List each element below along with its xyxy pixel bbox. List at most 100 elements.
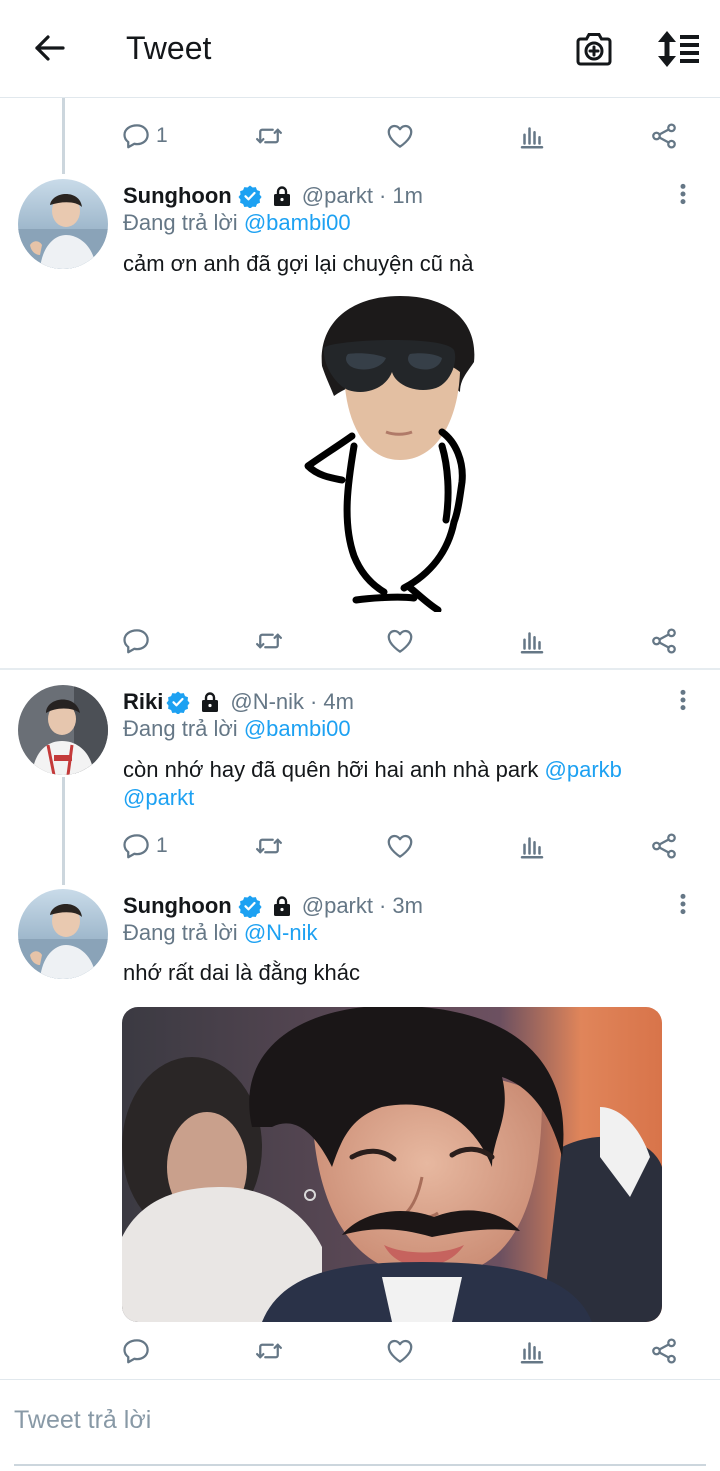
more-options-button[interactable] bbox=[670, 684, 696, 716]
like-icon bbox=[385, 121, 415, 151]
reply-icon bbox=[122, 626, 152, 656]
like-icon bbox=[385, 831, 415, 861]
analytics-icon bbox=[517, 831, 547, 861]
share-button[interactable] bbox=[649, 116, 679, 156]
tweet-image[interactable] bbox=[292, 296, 502, 612]
replying-to: Đang trả lời @bambi00 bbox=[123, 210, 351, 236]
mention-link[interactable]: @bambi00 bbox=[244, 210, 351, 235]
user-handle[interactable]: @parkt bbox=[302, 893, 373, 919]
analytics-button[interactable] bbox=[517, 116, 547, 156]
retweet-icon bbox=[254, 1336, 284, 1366]
reply-count: 1 bbox=[156, 124, 168, 147]
reply-button[interactable]: 1 bbox=[122, 826, 168, 866]
analytics-icon bbox=[517, 1336, 547, 1366]
analytics-button[interactable] bbox=[517, 826, 547, 866]
sort-icon bbox=[658, 31, 699, 67]
like-icon bbox=[385, 626, 415, 656]
display-name[interactable]: Sunghoon bbox=[123, 183, 232, 209]
replying-to-label: Đang trả lời bbox=[123, 716, 238, 741]
more-icon bbox=[670, 888, 696, 920]
retweet-icon bbox=[254, 626, 284, 656]
tweet-header: Sunghoon @parkt · 3m bbox=[123, 890, 423, 922]
like-button[interactable] bbox=[385, 621, 415, 661]
replying-to: Đang trả lời @N-nik bbox=[123, 920, 318, 946]
replying-to: Đang trả lời @bambi00 bbox=[123, 716, 351, 742]
analytics-icon bbox=[517, 626, 547, 656]
like-button[interactable] bbox=[385, 116, 415, 156]
page-title: Tweet bbox=[126, 30, 212, 66]
tweet-text: cảm ơn anh đã gợi lại chuyện cũ nà bbox=[123, 251, 474, 276]
analytics-button[interactable] bbox=[517, 1331, 547, 1371]
retweet-button[interactable] bbox=[254, 621, 284, 661]
tweet-actions bbox=[0, 621, 720, 661]
mention-link[interactable]: @N-nik bbox=[244, 920, 318, 945]
timestamp: 3m bbox=[392, 893, 423, 918]
like-button[interactable] bbox=[385, 1331, 415, 1371]
sort-button[interactable] bbox=[656, 29, 700, 69]
share-icon bbox=[649, 1336, 679, 1366]
reply-button[interactable] bbox=[122, 621, 152, 661]
like-icon bbox=[385, 1336, 415, 1366]
display-name[interactable]: Riki bbox=[123, 689, 163, 715]
reply-icon bbox=[122, 831, 152, 861]
tweet-actions: 1 bbox=[0, 116, 720, 156]
tweet-text: còn nhớ hay đã quên hỡi hai anh nhà park… bbox=[123, 756, 683, 812]
back-arrow-icon bbox=[35, 35, 65, 61]
share-button[interactable] bbox=[649, 826, 679, 866]
retweet-button[interactable] bbox=[254, 116, 284, 156]
reply-button[interactable] bbox=[122, 1331, 152, 1371]
camera-button[interactable] bbox=[574, 29, 614, 69]
retweet-button[interactable] bbox=[254, 826, 284, 866]
tweet-actions: 1 bbox=[0, 826, 720, 866]
reply-input-underline bbox=[14, 1464, 706, 1466]
lock-icon bbox=[270, 184, 294, 208]
more-icon bbox=[670, 178, 696, 210]
replying-to-label: Đang trả lời bbox=[123, 920, 238, 945]
separator-dot: · bbox=[379, 893, 387, 918]
more-options-button[interactable] bbox=[670, 888, 696, 920]
app-header: Tweet bbox=[0, 0, 720, 98]
reply-input[interactable]: Tweet trả lời bbox=[14, 1406, 151, 1435]
reply-icon bbox=[122, 121, 152, 151]
share-icon bbox=[649, 121, 679, 151]
replying-to-label: Đang trả lời bbox=[123, 210, 238, 235]
analytics-button[interactable] bbox=[517, 621, 547, 661]
verified-icon bbox=[238, 184, 262, 208]
tweet-header: Sunghoon @parkt · 1m bbox=[123, 180, 423, 212]
user-handle[interactable]: @N-nik bbox=[230, 689, 304, 715]
retweet-icon bbox=[254, 831, 284, 861]
analytics-icon bbox=[517, 121, 547, 151]
verified-icon bbox=[166, 690, 190, 714]
timestamp: 4m bbox=[323, 689, 354, 714]
tweet-header: Riki @N-nik · 4m bbox=[123, 686, 354, 718]
lock-icon bbox=[270, 894, 294, 918]
mention-link[interactable]: @parkb bbox=[545, 757, 622, 782]
avatar[interactable] bbox=[18, 179, 108, 269]
retweet-button[interactable] bbox=[254, 1331, 284, 1371]
mention-link[interactable]: @parkt bbox=[123, 785, 194, 810]
user-handle[interactable]: @parkt bbox=[302, 183, 373, 209]
tweet-text-body: còn nhớ hay đã quên hỡi hai anh nhà park bbox=[123, 757, 539, 782]
retweet-icon bbox=[254, 121, 284, 151]
verified-icon bbox=[238, 894, 262, 918]
camera-add-icon bbox=[576, 33, 612, 66]
display-name[interactable]: Sunghoon bbox=[123, 893, 232, 919]
tweet-actions bbox=[0, 1331, 720, 1371]
like-button[interactable] bbox=[385, 826, 415, 866]
share-icon bbox=[649, 626, 679, 656]
share-button[interactable] bbox=[649, 1331, 679, 1371]
mention-link[interactable]: @bambi00 bbox=[244, 716, 351, 741]
more-options-button[interactable] bbox=[670, 178, 696, 210]
lock-icon bbox=[198, 690, 222, 714]
separator-dot: · bbox=[379, 183, 387, 208]
share-button[interactable] bbox=[649, 621, 679, 661]
share-icon bbox=[649, 831, 679, 861]
back-button[interactable] bbox=[30, 28, 70, 68]
separator-dot: · bbox=[310, 689, 318, 714]
reply-button[interactable]: 1 bbox=[122, 116, 168, 156]
avatar[interactable] bbox=[18, 685, 108, 775]
tweet-text: nhớ rất dai là đằng khác bbox=[123, 960, 361, 985]
avatar[interactable] bbox=[18, 889, 108, 979]
tweet-image[interactable] bbox=[122, 1007, 662, 1322]
timestamp: 1m bbox=[392, 183, 423, 208]
